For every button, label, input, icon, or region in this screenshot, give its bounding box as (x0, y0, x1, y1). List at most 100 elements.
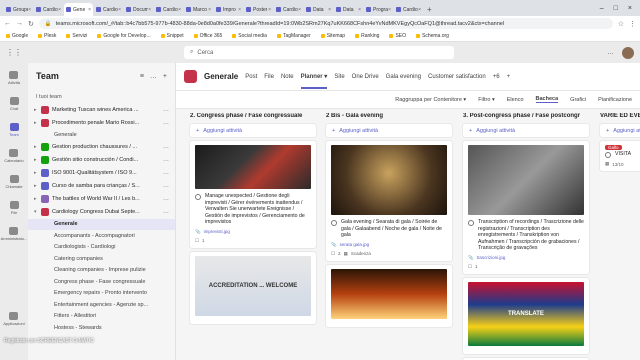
group-by-dropdown[interactable]: Raggruppa per Contenitore ▾ (395, 97, 466, 103)
team-item[interactable]: ▾ Cardiology Congress Dubai Septe...… (28, 206, 175, 219)
tab-close-icon[interactable]: × (88, 7, 91, 13)
complete-checkbox[interactable] (331, 220, 337, 226)
minimize-icon[interactable]: – (600, 5, 604, 12)
task-card[interactable]: Gallo VISITA ▦ 13/10 (600, 141, 640, 171)
tab-close-icon[interactable]: × (238, 7, 241, 13)
bookmark-item[interactable]: Social media (232, 33, 267, 39)
browser-tab[interactable]: Cardio × (274, 3, 303, 16)
tab-gala-evening[interactable]: Gala evening (386, 74, 421, 80)
tab-close-icon[interactable]: × (358, 7, 361, 13)
tab-file[interactable]: File (264, 74, 274, 80)
tab-close-icon[interactable]: × (148, 7, 151, 13)
chevron-right-icon[interactable]: ▸ (34, 107, 38, 113)
team-item[interactable]: ▸ Curso de samba para crianças / S...… (28, 180, 175, 193)
bookmark-item[interactable]: Office 365 (193, 33, 222, 39)
task-card[interactable]: Transcription of recordings / Trascrizio… (463, 141, 589, 274)
close-icon[interactable]: × (628, 5, 632, 12)
task-card[interactable]: ACCREDITATION ... WELCOME (190, 251, 316, 324)
more-icon[interactable]: … (163, 144, 169, 150)
app-grid-icon[interactable]: ⋮⋮ (6, 48, 22, 57)
channel-item[interactable]: Entertainment agencies - Agenzie sp... (28, 299, 175, 311)
bookmark-item[interactable]: TagManager (276, 33, 311, 39)
browser-tab[interactable]: Cardio × (154, 3, 183, 16)
browser-tab[interactable]: Gene × (64, 3, 93, 16)
channel-item[interactable]: Generale (28, 129, 175, 141)
channel-item[interactable]: Emergency repairs - Pronto intervento (28, 288, 175, 300)
bookmark-item[interactable]: Google for Develop... (97, 33, 151, 39)
add-task-button[interactable]: +Aggiungi attività (600, 124, 640, 137)
tab-post[interactable]: Post (245, 74, 257, 80)
add-task-button[interactable]: +Aggiungi attività (463, 124, 589, 137)
task-card[interactable]: TRANSLATE (463, 277, 589, 354)
task-attachment[interactable]: 📎 trascrizioni.jpg (468, 255, 584, 261)
tab-note[interactable]: Note (281, 74, 294, 80)
rail-item-admin[interactable]: Amministrato... (1, 223, 27, 245)
tab-close-icon[interactable]: × (28, 7, 31, 13)
tab-close-icon[interactable]: × (118, 7, 121, 13)
tab-close-icon[interactable]: × (178, 7, 181, 13)
task-card[interactable] (326, 264, 452, 327)
team-item[interactable]: ▸ Gestión sitio construcción / Condi...… (28, 154, 175, 167)
tab-close-icon[interactable]: × (418, 7, 421, 13)
bookmark-item[interactable]: Ranking (355, 33, 379, 39)
task-attachment[interactable]: 📎 imprevisti.jpg (195, 229, 311, 235)
view-grafici[interactable]: Grafici (570, 97, 586, 103)
tab-customer-satisfaction[interactable]: Customer satisfaction (428, 74, 486, 80)
tab-close-icon[interactable]: × (298, 7, 301, 13)
view-elenco[interactable]: Elenco (507, 97, 524, 103)
tab-planner[interactable]: Planner ▾ (300, 65, 328, 89)
chevron-right-icon[interactable]: ▸ (34, 144, 38, 150)
rail-item-phone[interactable]: Chiamate (5, 171, 23, 193)
browser-tab[interactable]: Cardio × (34, 3, 63, 16)
complete-checkbox[interactable] (605, 152, 611, 158)
filter-button[interactable]: Filtro ▾ (478, 97, 495, 103)
channel-item[interactable]: Generale (28, 218, 175, 230)
view-bacheca[interactable]: Bacheca (535, 96, 559, 103)
rail-item-apps[interactable]: Applicazioni (3, 308, 25, 330)
team-item[interactable]: ▸ The battles of World War II / Les b...… (28, 193, 175, 206)
add-tab-icon[interactable]: + (507, 74, 511, 80)
tab-close-icon[interactable]: × (208, 7, 211, 13)
tab-close-icon[interactable]: × (268, 7, 271, 13)
browser-tab[interactable]: Data × (304, 3, 333, 16)
channel-item[interactable]: Accompanants - Accompagnatori (28, 230, 175, 242)
rail-item-team[interactable]: Team (9, 119, 19, 141)
add-task-button[interactable]: +Aggiungi attività (190, 124, 316, 137)
new-tab-icon[interactable]: + (427, 3, 432, 16)
tab-close-icon[interactable]: × (58, 7, 61, 13)
bookmark-item[interactable]: Snippet (160, 33, 184, 39)
avatar[interactable] (622, 46, 634, 59)
bookmark-item[interactable]: Plesk (38, 33, 56, 39)
rail-item-file[interactable]: File (9, 197, 19, 219)
task-card[interactable]: Manage unexpected / Gestione degli impre… (190, 141, 316, 248)
more-icon[interactable]: … (163, 170, 169, 176)
channel-item[interactable]: Cleaning companies - Imprese pulizie (28, 265, 175, 277)
channel-item[interactable]: Catering companies (28, 253, 175, 265)
chevron-right-icon[interactable]: ▸ (34, 120, 38, 126)
more-icon[interactable]: … (163, 157, 169, 163)
url-field[interactable]: 🔒 teams.microsoft.com/_#/tab::b4c7bb575-… (38, 18, 613, 29)
bookmark-item[interactable]: Google (6, 33, 28, 39)
browser-tab[interactable]: Data × (334, 3, 363, 16)
channel-item[interactable]: Cardiologists - Cardiologi (28, 242, 175, 254)
star-icon[interactable]: ☆ (618, 20, 624, 28)
search-input[interactable]: ⌕ Cerca (184, 46, 454, 59)
bookmark-item[interactable]: SEO (389, 33, 406, 39)
more-icon[interactable]: … (150, 73, 157, 80)
channel-item[interactable]: Fitters - Allestitori (28, 311, 175, 323)
team-item[interactable]: ▸ Gestion production chaussures / ...… (28, 141, 175, 154)
tab-close-icon[interactable]: × (328, 7, 331, 13)
team-item[interactable]: ▸ Procedimento penale Mario Rossi...… (28, 116, 175, 129)
forward-icon[interactable]: → (16, 20, 23, 27)
channel-item[interactable]: Hostess - Stewards (28, 322, 175, 334)
more-icon[interactable]: … (163, 120, 169, 126)
browser-tab[interactable]: Groupe × (4, 3, 33, 16)
rail-item-calendar[interactable]: Calendario (4, 145, 24, 167)
browser-tab[interactable]: Impro × (214, 3, 243, 16)
more-icon[interactable]: … (163, 209, 169, 215)
more-icon[interactable]: … (163, 196, 169, 202)
rail-item-bell[interactable]: Attività (8, 67, 20, 89)
chevron-right-icon[interactable]: ▸ (34, 196, 38, 202)
chevron-right-icon[interactable]: ▸ (34, 183, 38, 189)
view-pianificazione[interactable]: Pianificazione (598, 97, 632, 103)
